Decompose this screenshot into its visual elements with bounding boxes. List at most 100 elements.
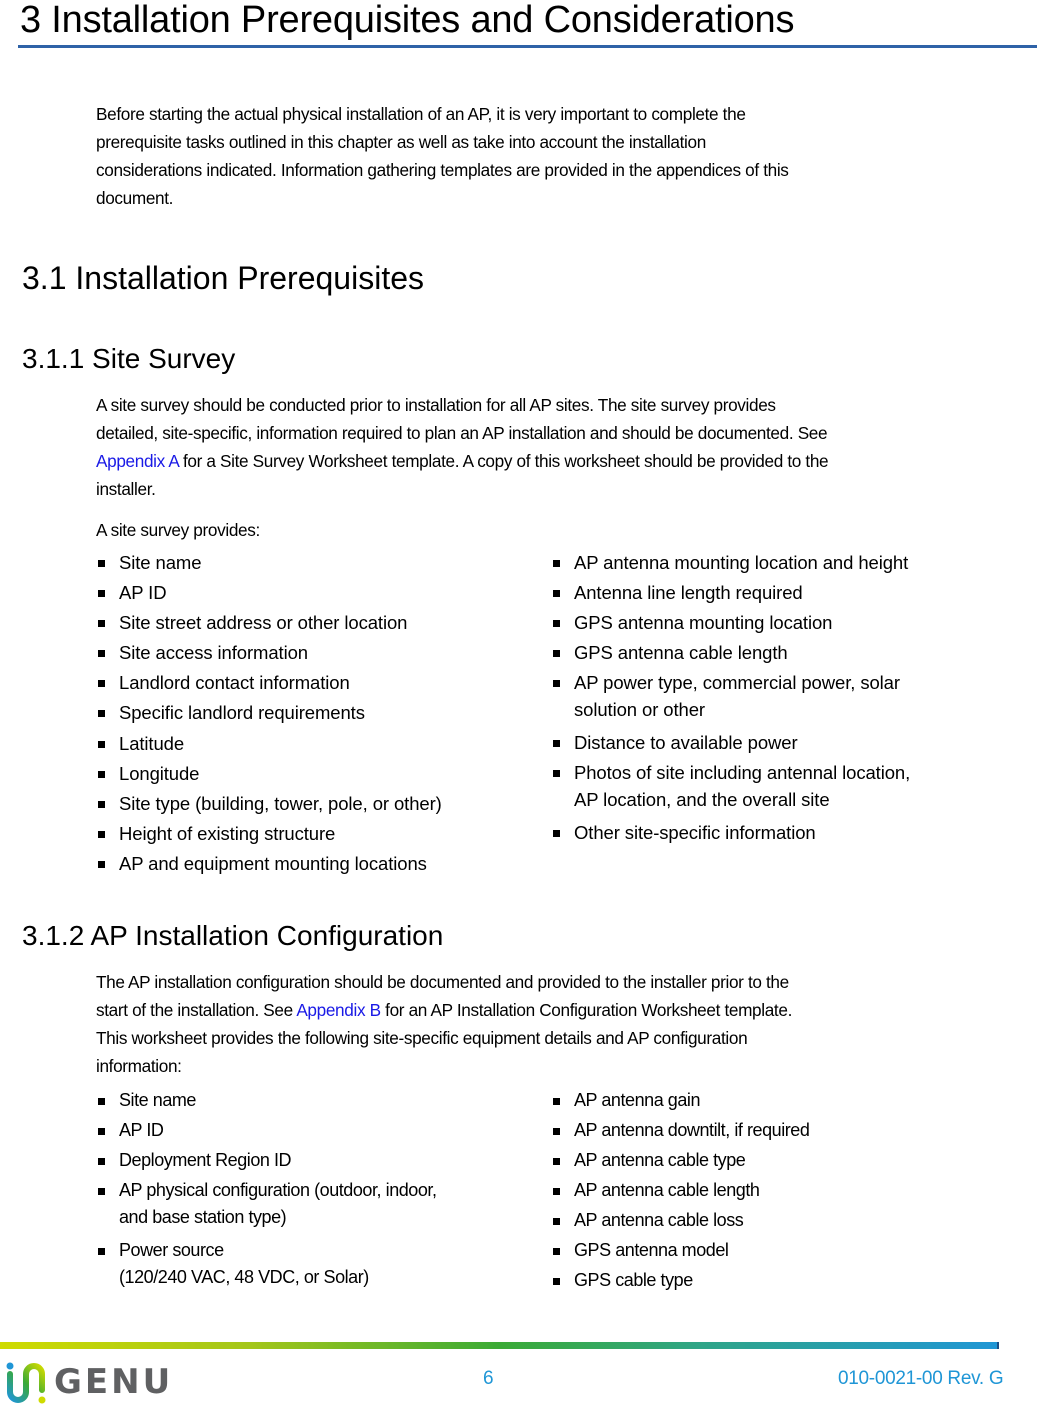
appendix-a-link[interactable]: Appendix A bbox=[96, 451, 179, 471]
intro-line: Before starting the actual physical inst… bbox=[96, 104, 746, 124]
square-bullet-icon bbox=[553, 1188, 560, 1195]
section-heading-3-1: 3.1 Installation Prerequisites bbox=[22, 260, 424, 296]
list-item-text: Height of existing structure bbox=[119, 823, 336, 844]
list-item: Site access information bbox=[96, 639, 442, 666]
list-item-text: and base station type) bbox=[119, 1207, 287, 1227]
list-item-text: AP antenna downtilt, if required bbox=[574, 1120, 810, 1140]
list-item-text: AP location, and the overall site bbox=[574, 789, 830, 810]
square-bullet-icon bbox=[553, 1248, 560, 1255]
square-bullet-icon bbox=[553, 560, 560, 567]
list-item-text: solution or other bbox=[574, 699, 705, 720]
square-bullet-icon bbox=[98, 620, 105, 627]
paragraph-text: for a Site Survey Worksheet template. A … bbox=[178, 451, 829, 471]
list-item: Other site-specific information bbox=[551, 819, 910, 846]
ingenu-logo: GENU bbox=[6, 1362, 170, 1404]
list-item: AP antenna cable loss bbox=[551, 1207, 809, 1234]
list-item: Latitude bbox=[96, 730, 442, 757]
square-bullet-icon bbox=[553, 650, 560, 657]
list-item-text: AP antenna cable type bbox=[574, 1150, 746, 1170]
list-item: AP and equipment mounting locations bbox=[96, 850, 442, 877]
site-survey-list-right: AP antenna mounting location and height … bbox=[551, 549, 910, 849]
list-item-text: AP physical configuration (outdoor, indo… bbox=[119, 1180, 437, 1200]
square-bullet-icon bbox=[553, 1218, 560, 1225]
square-bullet-icon bbox=[98, 680, 105, 687]
list-item: AP antenna downtilt, if required bbox=[551, 1117, 810, 1144]
list-item: AP physical configuration (outdoor, indo… bbox=[96, 1177, 437, 1231]
list-item: Deployment Region ID bbox=[96, 1147, 437, 1174]
paragraph-line: detailed, site-specific, information req… bbox=[96, 423, 828, 443]
ap-config-list-left: Site name AP ID Deployment Region ID AP … bbox=[96, 1087, 437, 1297]
list-item-text: GPS antenna cable length bbox=[574, 642, 788, 663]
list-item: AP antenna mounting location and height bbox=[551, 549, 910, 576]
list-item: GPS antenna model bbox=[551, 1237, 809, 1264]
paragraph-line: information: bbox=[96, 1056, 182, 1076]
square-bullet-icon bbox=[98, 1248, 105, 1255]
list-item-text: Other site-specific information bbox=[574, 822, 816, 843]
list-item-text: Site street address or other location bbox=[119, 612, 408, 633]
paragraph-line: Appendix A for a Site Survey Worksheet t… bbox=[96, 447, 829, 475]
square-bullet-icon bbox=[553, 1128, 560, 1135]
page-number: 6 bbox=[483, 1368, 494, 1389]
paragraph-line: The AP installation configuration should… bbox=[96, 972, 789, 992]
square-bullet-icon bbox=[553, 770, 560, 777]
site-survey-list-left: Site name AP ID Site street address or o… bbox=[96, 549, 442, 880]
list-item: Site name bbox=[96, 1087, 437, 1114]
square-bullet-icon bbox=[98, 650, 105, 657]
list-item-text: AP and equipment mounting locations bbox=[119, 853, 427, 874]
section-heading-3-1-2: 3.1.2 AP Installation Configuration bbox=[22, 920, 444, 951]
site-survey-paragraph: A site survey should be conducted prior … bbox=[96, 391, 829, 503]
paragraph-line: A site survey should be conducted prior … bbox=[96, 395, 776, 415]
list-item-text: GPS antenna model bbox=[574, 1240, 729, 1260]
list-item: Site type (building, tower, pole, or oth… bbox=[96, 790, 442, 817]
ap-config-list-right: AP antenna gain AP antenna downtilt, if … bbox=[551, 1087, 810, 1297]
list-item: AP antenna cable type bbox=[551, 1147, 809, 1174]
list-item-text: GPS antenna mounting location bbox=[574, 612, 833, 633]
list-item: AP ID bbox=[96, 1117, 437, 1144]
square-bullet-icon bbox=[553, 740, 560, 747]
list-item-text: Power source bbox=[119, 1240, 224, 1260]
list-item: AP antenna cable length bbox=[551, 1177, 809, 1204]
list-item-text: (120/240 VAC, 48 VDC, or Solar) bbox=[119, 1267, 369, 1287]
footer-gradient-bar bbox=[0, 1342, 999, 1349]
list-item: Power source (120/240 VAC, 48 VDC, or Sol… bbox=[96, 1237, 437, 1291]
list-item-text: Antenna line length required bbox=[574, 582, 803, 603]
intro-line: document. bbox=[96, 188, 174, 208]
list-item: Longitude bbox=[96, 760, 442, 787]
list-item-text: AP ID bbox=[119, 1120, 164, 1140]
square-bullet-icon bbox=[98, 861, 105, 868]
list-item-text: Latitude bbox=[119, 733, 185, 754]
paragraph-line: start of the installation. See Appendix … bbox=[96, 996, 792, 1024]
list-item-text: Specific landlord requirements bbox=[119, 702, 365, 723]
square-bullet-icon bbox=[98, 1158, 105, 1165]
list-item: Site street address or other location bbox=[96, 609, 442, 636]
list-item-text: AP ID bbox=[119, 582, 167, 603]
intro-paragraph: Before starting the actual physical inst… bbox=[96, 100, 789, 212]
list-item: GPS antenna cable length bbox=[551, 639, 910, 666]
square-bullet-icon bbox=[553, 1278, 560, 1285]
list-item: Specific landlord requirements bbox=[96, 699, 442, 726]
list-item: AP ID bbox=[96, 579, 442, 606]
document-id: 010-0021-00 Rev. G bbox=[838, 1368, 1004, 1389]
appendix-b-link[interactable]: Appendix B bbox=[296, 1000, 381, 1020]
site-survey-lead: A site survey provides: bbox=[96, 520, 260, 540]
list-item-text: Photos of site including antennal locati… bbox=[574, 762, 911, 783]
list-item: AP antenna gain bbox=[551, 1087, 809, 1114]
paragraph-line: installer. bbox=[96, 479, 156, 499]
chapter-heading: 3 Installation Prerequisites and Conside… bbox=[20, 0, 795, 41]
section-heading-3-1-1: 3.1.1 Site Survey bbox=[22, 343, 236, 374]
square-bullet-icon bbox=[553, 620, 560, 627]
square-bullet-icon bbox=[98, 1188, 105, 1195]
list-item-text: Deployment Region ID bbox=[119, 1150, 292, 1170]
square-bullet-icon bbox=[98, 560, 105, 567]
list-item-text: Site type (building, tower, pole, or oth… bbox=[119, 793, 442, 814]
list-item: Site name bbox=[96, 549, 442, 576]
square-bullet-icon bbox=[553, 590, 560, 597]
paragraph-text: start of the installation. See bbox=[96, 1000, 297, 1020]
square-bullet-icon bbox=[98, 710, 105, 717]
list-item-text: AP antenna mounting location and height bbox=[574, 552, 909, 573]
square-bullet-icon bbox=[553, 1098, 560, 1105]
list-item: Antenna line length required bbox=[551, 579, 910, 606]
square-bullet-icon bbox=[98, 590, 105, 597]
list-item-text: Landlord contact information bbox=[119, 672, 350, 693]
list-item-text: AP power type, commercial power, solar bbox=[574, 672, 900, 693]
